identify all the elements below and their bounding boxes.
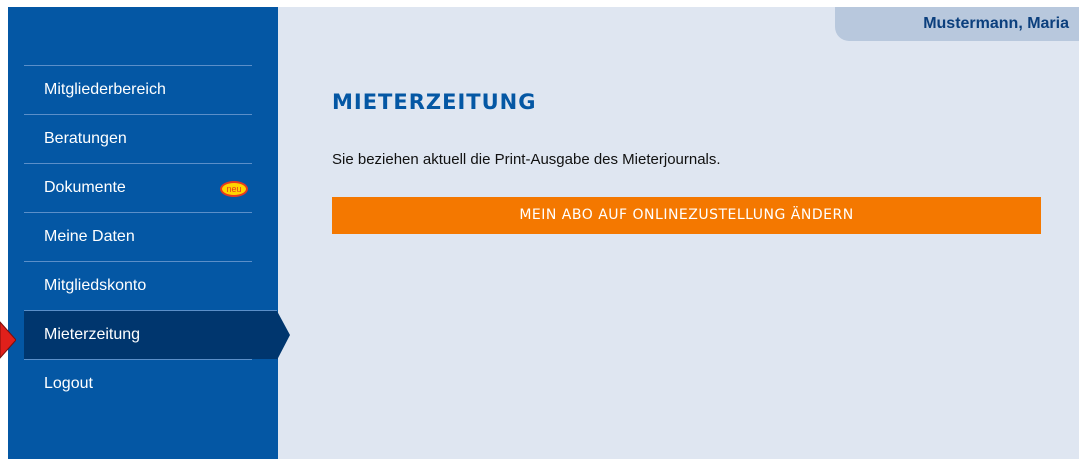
sidebar-item-logout[interactable]: Logout xyxy=(24,359,252,408)
sidebar-item-label: Mieterzeitung xyxy=(44,326,141,343)
sidebar-item-label: Beratungen xyxy=(44,130,127,147)
change-subscription-button[interactable]: MEIN ABO AUF ONLINEZUSTELLUNG ÄNDERN xyxy=(332,197,1041,234)
sidebar-item-beratungen[interactable]: Beratungen xyxy=(24,114,252,163)
subscription-status-text: Sie beziehen aktuell die Print-Ausgabe d… xyxy=(332,151,721,168)
sidebar-item-label: Meine Daten xyxy=(44,228,135,245)
sidebar-item-label: Logout xyxy=(44,375,93,392)
sidebar-item-label: Mitgliederbereich xyxy=(44,81,166,98)
sidebar-item-meine-daten[interactable]: Meine Daten xyxy=(24,212,252,261)
sidebar-item-mitgliedskonto[interactable]: Mitgliedskonto xyxy=(24,261,252,310)
sidebar-item-label: Mitgliedskonto xyxy=(44,277,147,294)
sidebar: Mitgliederbereich Beratungen Dokumente n… xyxy=(8,7,290,459)
sidebar-item-label: Dokumente xyxy=(44,179,126,196)
new-badge-icon: neu xyxy=(220,181,248,197)
page-title: MIETERZEITUNG xyxy=(332,90,537,114)
sidebar-item-dokumente[interactable]: Dokumente neu xyxy=(24,163,252,212)
sidebar-item-mieterzeitung[interactable]: Mieterzeitung xyxy=(24,310,290,360)
sidebar-item-mitgliederbereich[interactable]: Mitgliederbereich xyxy=(24,65,252,114)
red-arrow-pointer-icon xyxy=(0,321,16,359)
sidebar-nav: Mitgliederbereich Beratungen Dokumente n… xyxy=(24,65,290,408)
user-name-tab[interactable]: Mustermann, Maria xyxy=(835,7,1079,41)
